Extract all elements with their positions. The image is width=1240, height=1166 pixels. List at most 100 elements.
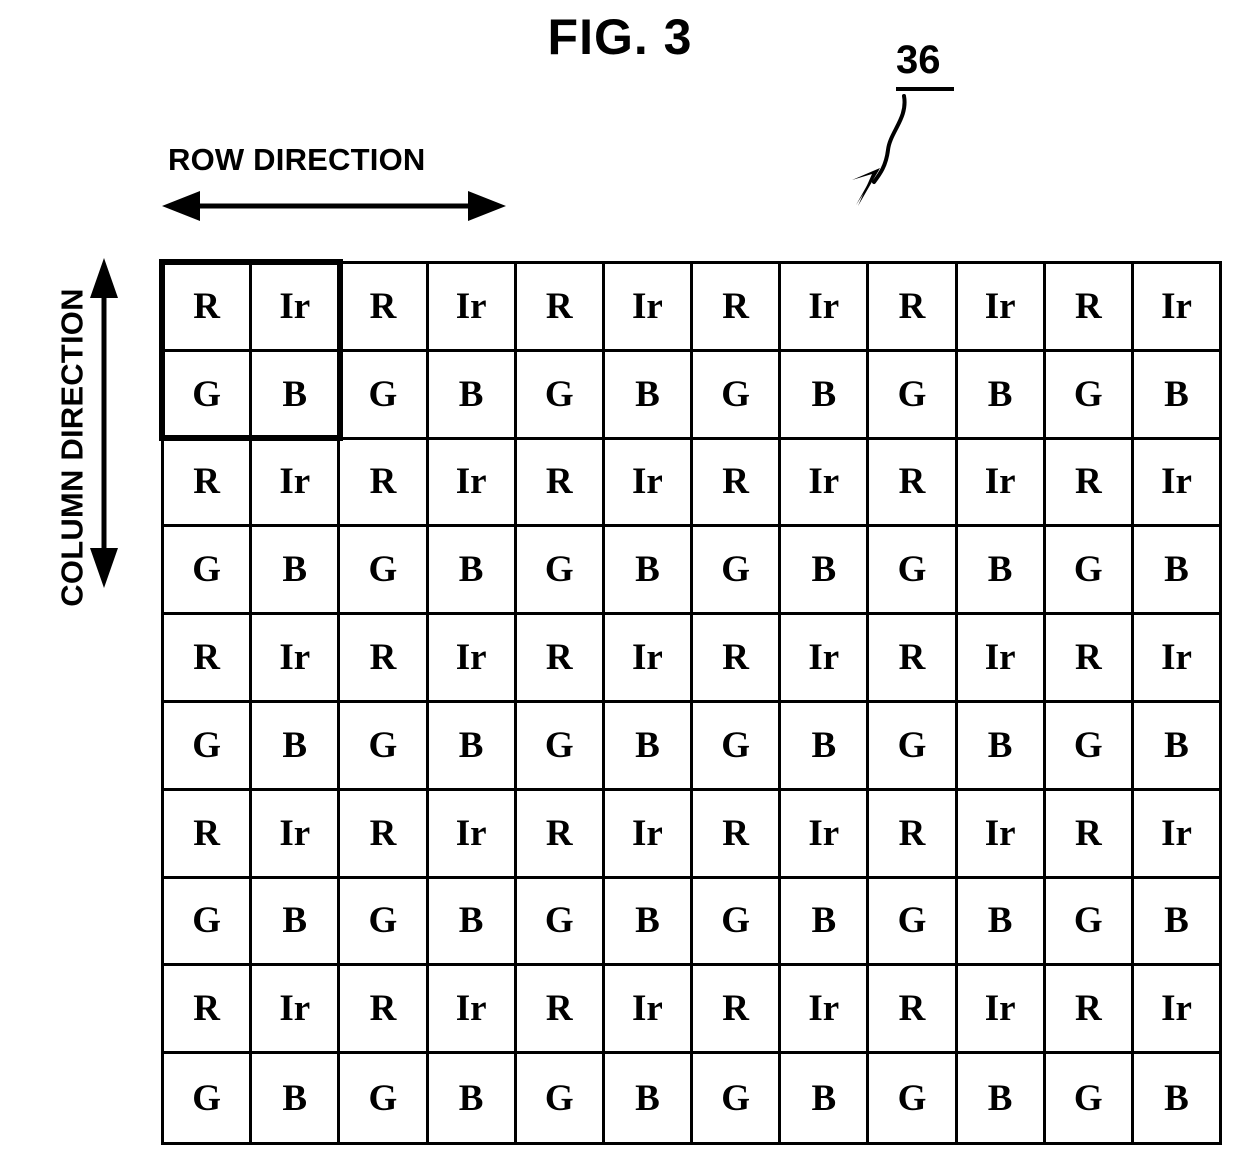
- pixel-cell: B: [781, 1054, 870, 1142]
- pixel-cell: R: [164, 264, 253, 352]
- pixel-cell: R: [869, 966, 958, 1055]
- pixel-cell: R: [340, 790, 429, 879]
- pixel-cell: Ir: [1133, 439, 1220, 528]
- pixel-cell: G: [693, 878, 782, 967]
- pixel-cell: Ir: [252, 790, 341, 879]
- pixel-cell: Ir: [957, 264, 1046, 352]
- pixel-cell: G: [164, 351, 253, 440]
- pixel-cell: Ir: [604, 615, 694, 703]
- pixel-cell: R: [693, 439, 782, 528]
- figure-title: FIG. 3: [547, 9, 693, 65]
- pixel-cell: B: [781, 351, 870, 440]
- pixel-cell: B: [781, 527, 870, 616]
- pixel-cell: B: [252, 702, 341, 791]
- pixel-cell: R: [693, 615, 782, 703]
- pixel-cell: Ir: [957, 966, 1046, 1055]
- pixel-cell: B: [604, 878, 694, 967]
- pixel-cell: R: [1045, 615, 1134, 703]
- pixel-cell: G: [869, 1054, 958, 1142]
- pixel-cell: R: [869, 790, 958, 879]
- pixel-cell: R: [869, 439, 958, 528]
- pixel-cell: B: [957, 702, 1046, 791]
- pixel-cell: R: [1045, 264, 1134, 352]
- pixel-cell: G: [693, 527, 782, 616]
- pixel-cell: G: [340, 527, 429, 616]
- pixel-cell: Ir: [1133, 264, 1220, 352]
- pixel-cell: Ir: [957, 790, 1046, 879]
- reference-callout: 36: [846, 40, 1006, 210]
- pixel-cell: Ir: [781, 615, 870, 703]
- pixel-grid-row: R Ir R Ir R Ir R Ir R Ir R Ir: [164, 264, 1220, 352]
- pixel-cell: B: [957, 527, 1046, 616]
- pixel-grid-row: R Ir R Ir R Ir R Ir R Ir R Ir: [164, 790, 1220, 879]
- pixel-cell: Ir: [428, 264, 517, 352]
- pixel-cell: Ir: [604, 439, 694, 528]
- pixel-cell: B: [604, 527, 694, 616]
- pixel-cell: R: [1045, 966, 1134, 1055]
- pixel-cell: B: [252, 1054, 341, 1142]
- pixel-grid-row: GBGBGBGBGBGB: [164, 878, 1220, 967]
- pixel-cell: B: [781, 702, 870, 791]
- pixel-cell: R: [516, 439, 605, 528]
- pixel-cell: B: [252, 878, 341, 967]
- pixel-cell: R: [516, 790, 605, 879]
- pixel-cell: G: [869, 351, 958, 440]
- pixel-array-grid: R Ir R Ir R Ir R Ir R Ir R Ir G B G B G B G B G B G B R Ir R Ir R Ir R…: [161, 261, 1222, 1145]
- pixel-cell: B: [957, 1054, 1046, 1142]
- pixel-cell: B: [781, 878, 870, 967]
- pixel-cell: G: [340, 702, 429, 791]
- pixel-cell: G: [693, 1054, 782, 1142]
- pixel-cell: R: [516, 615, 605, 703]
- pixel-cell: G: [869, 527, 958, 616]
- pixel-cell: R: [164, 615, 253, 703]
- pixel-cell: R: [164, 790, 253, 879]
- pixel-cell: R: [164, 439, 253, 528]
- pixel-cell: R: [340, 966, 429, 1055]
- pixel-cell: R: [1045, 439, 1134, 528]
- pixel-cell: Ir: [781, 790, 870, 879]
- pixel-cell: Ir: [781, 966, 870, 1055]
- pixel-cell: R: [516, 966, 605, 1055]
- figure-canvas: FIG. 3 36 ROW DIRECTION COLUMN DIRECTION…: [0, 0, 1240, 1166]
- pixel-cell: R: [869, 615, 958, 703]
- column-direction-double-arrow-icon: [90, 258, 118, 588]
- pixel-cell: B: [957, 878, 1046, 967]
- pixel-cell: R: [869, 264, 958, 352]
- pixel-cell: G: [693, 351, 782, 440]
- pixel-cell: G: [869, 702, 958, 791]
- pixel-cell: R: [340, 615, 429, 703]
- pixel-cell: Ir: [428, 615, 517, 703]
- pixel-cell: Ir: [428, 439, 517, 528]
- pixel-cell: G: [516, 1054, 605, 1142]
- pixel-cell: R: [1045, 790, 1134, 879]
- pixel-cell: G: [164, 1054, 253, 1142]
- pixel-cell: G: [693, 702, 782, 791]
- pixel-cell: G: [1045, 527, 1134, 616]
- pixel-grid-row: R Ir R Ir R Ir R Ir R Ir R Ir: [164, 615, 1220, 703]
- pixel-cell: B: [1133, 878, 1220, 967]
- pixel-grid-row: GBGBGBGBGBGB: [164, 351, 1220, 440]
- pixel-cell: B: [1133, 1054, 1220, 1142]
- pixel-cell: Ir: [252, 264, 341, 352]
- pixel-cell: G: [1045, 878, 1134, 967]
- pixel-cell: B: [1133, 351, 1220, 440]
- pixel-cell: Ir: [252, 615, 341, 703]
- pixel-cell: R: [693, 790, 782, 879]
- pixel-cell: G: [516, 878, 605, 967]
- pixel-cell: G: [164, 878, 253, 967]
- pixel-cell: Ir: [252, 439, 341, 528]
- pixel-cell: R: [164, 966, 253, 1055]
- column-direction-label: COLUMN DIRECTION: [54, 288, 90, 607]
- pixel-cell: G: [1045, 1054, 1134, 1142]
- pixel-cell: B: [957, 351, 1046, 440]
- pixel-cell: Ir: [604, 264, 694, 352]
- pixel-cell: G: [869, 878, 958, 967]
- pixel-cell: B: [604, 1054, 694, 1142]
- pixel-cell: Ir: [1133, 615, 1220, 703]
- pixel-cell: B: [252, 351, 341, 440]
- pixel-cell: B: [428, 702, 517, 791]
- pixel-cell: B: [252, 527, 341, 616]
- pixel-cell: G: [340, 878, 429, 967]
- pixel-cell: B: [428, 351, 517, 440]
- pixel-cell: Ir: [428, 790, 517, 879]
